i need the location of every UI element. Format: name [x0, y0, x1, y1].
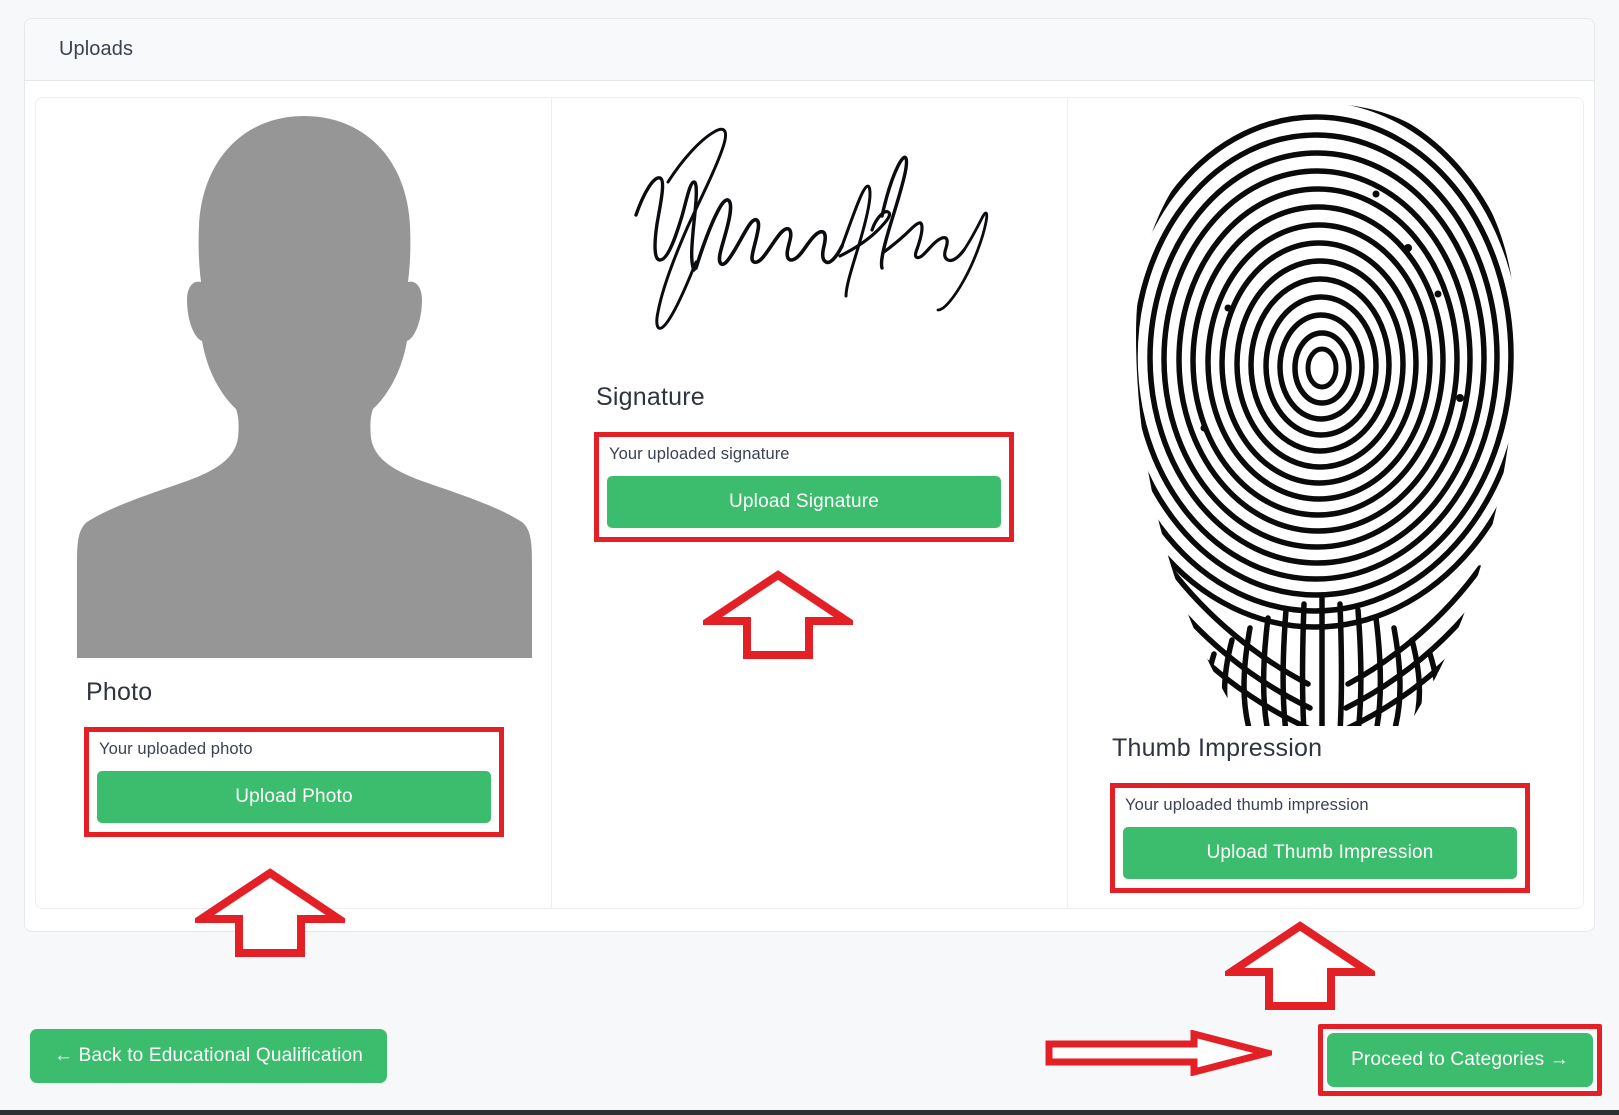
thumb-impression-hint-text: Your uploaded thumb impression	[1125, 796, 1369, 814]
upload-thumb-impression-button[interactable]: Upload Thumb Impression	[1123, 827, 1517, 879]
thumb-impression-annotation-box: Your uploaded thumb impression Upload Th…	[1110, 783, 1530, 893]
signature-annotation-box: Your uploaded signature Upload Signature	[594, 432, 1014, 542]
upload-card-photo: Photo Your uploaded photo Upload Photo	[36, 98, 551, 908]
proceed-annotation-box: Proceed to Categories →	[1318, 1024, 1602, 1096]
signature-section-title: Signature	[596, 383, 705, 411]
up-arrow-annotation-thumb-impression	[1225, 920, 1375, 1010]
photo-annotation-box: Your uploaded photo Upload Photo	[84, 727, 504, 837]
photo-controls: Photo Your uploaded photo Upload Photo	[84, 678, 504, 837]
thumb-impression-preview	[1068, 98, 1583, 732]
person-silhouette-placeholder-image	[77, 98, 532, 658]
page-title: Uploads	[59, 38, 134, 60]
signature-hint-text: Your uploaded signature	[609, 445, 790, 463]
proceed-to-categories-button[interactable]: Proceed to Categories →	[1327, 1033, 1593, 1087]
form-navigation-footer: ← Back to Educational Qualification Proc…	[0, 1012, 1619, 1115]
upload-card-thumb-impression: Thumb Impression Your uploaded thumb imp…	[1067, 98, 1583, 908]
window-bottom-edge	[0, 1110, 1619, 1115]
upload-card-signature: Signature Your uploaded signature Upload…	[551, 98, 1067, 908]
panel-header: Uploads	[25, 19, 1594, 81]
photo-section-title: Photo	[86, 678, 153, 706]
photo-hint-text: Your uploaded photo	[99, 740, 253, 758]
upload-cards-row: Photo Your uploaded photo Upload Photo S…	[35, 97, 1584, 909]
up-arrow-annotation-photo	[195, 867, 345, 957]
back-to-educational-qualification-button[interactable]: ← Back to Educational Qualification	[30, 1029, 388, 1083]
photo-preview	[36, 98, 551, 658]
signature-preview	[552, 98, 1067, 335]
signature-controls: Signature Your uploaded signature Upload…	[594, 383, 1014, 542]
thumb-impression-controls: Thumb Impression Your uploaded thumb imp…	[1110, 734, 1530, 893]
up-arrow-annotation-signature	[703, 569, 853, 659]
panel-body: Photo Your uploaded photo Upload Photo S…	[25, 81, 1594, 931]
thumb-impression-section-title: Thumb Impression	[1112, 734, 1323, 762]
fingerprint-image	[1107, 98, 1544, 732]
uploads-panel: Uploads Photo Your uploaded photo Upload…	[24, 18, 1595, 932]
upload-photo-button[interactable]: Upload Photo	[97, 771, 491, 823]
upload-signature-button[interactable]: Upload Signature	[607, 476, 1001, 528]
handwritten-signature-image	[630, 120, 990, 335]
